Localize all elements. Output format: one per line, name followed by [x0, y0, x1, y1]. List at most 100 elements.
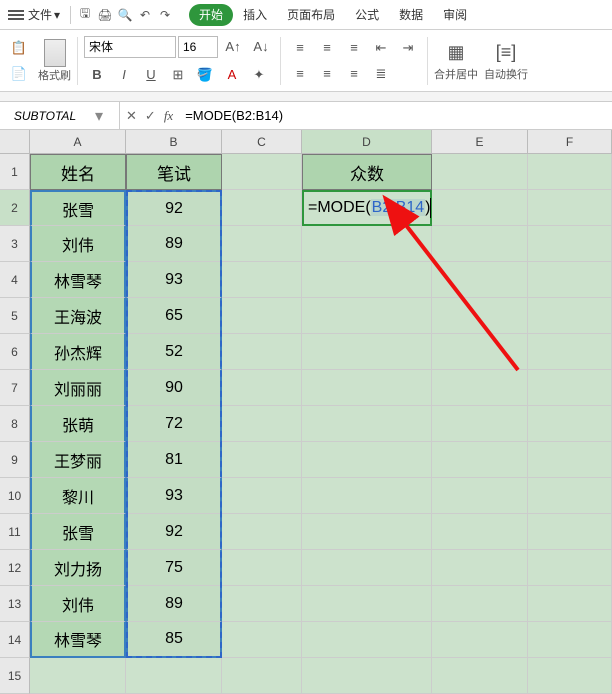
- column-header[interactable]: F: [528, 130, 612, 154]
- font-grow-icon[interactable]: A↑: [220, 35, 246, 59]
- cell[interactable]: [432, 298, 528, 334]
- select-all-corner[interactable]: [0, 130, 30, 154]
- cell-score[interactable]: 92: [126, 514, 222, 550]
- tab-page-layout[interactable]: 页面布局: [277, 0, 345, 30]
- cell[interactable]: [222, 226, 302, 262]
- cell[interactable]: [222, 370, 302, 406]
- cell-score[interactable]: 65: [126, 298, 222, 334]
- indent-increase-icon[interactable]: ⇥: [395, 36, 421, 60]
- cell-name[interactable]: 黎川: [30, 478, 126, 514]
- wrap-group[interactable]: [≡] 自动换行: [484, 33, 528, 89]
- italic-button[interactable]: I: [111, 63, 137, 87]
- row-header[interactable]: 5: [0, 298, 30, 334]
- column-header[interactable]: E: [432, 130, 528, 154]
- align-left-icon[interactable]: ≡: [287, 62, 313, 86]
- column-header[interactable]: D: [302, 130, 432, 154]
- font-name-select[interactable]: 宋体: [84, 36, 176, 58]
- row-header[interactable]: 4: [0, 262, 30, 298]
- align-center-icon[interactable]: ≡: [314, 62, 340, 86]
- align-bottom-icon[interactable]: ≡: [341, 36, 367, 60]
- cell-score[interactable]: 89: [126, 226, 222, 262]
- row-header[interactable]: 7: [0, 370, 30, 406]
- accept-icon[interactable]: ✓: [145, 108, 156, 124]
- cell[interactable]: [222, 334, 302, 370]
- font-size-select[interactable]: 16: [178, 36, 218, 58]
- cell-name[interactable]: 张雪: [30, 190, 126, 226]
- cell[interactable]: [222, 586, 302, 622]
- underline-button[interactable]: U: [138, 63, 164, 87]
- cell[interactable]: [432, 406, 528, 442]
- cell-score[interactable]: 75: [126, 550, 222, 586]
- cell[interactable]: [432, 442, 528, 478]
- cell[interactable]: [432, 370, 528, 406]
- cell[interactable]: [432, 658, 528, 694]
- distribute-icon[interactable]: ≣: [368, 62, 394, 86]
- cell-score[interactable]: 93: [126, 478, 222, 514]
- cell[interactable]: [222, 442, 302, 478]
- cell-score[interactable]: 85: [126, 622, 222, 658]
- cell-score[interactable]: 93: [126, 262, 222, 298]
- cell-editing[interactable]: =MODE(B2:B14): [302, 190, 432, 226]
- cell[interactable]: [528, 262, 612, 298]
- cell[interactable]: [302, 442, 432, 478]
- save-icon[interactable]: 🖫: [75, 4, 95, 25]
- cell[interactable]: [528, 622, 612, 658]
- preview-icon[interactable]: 🔍: [115, 8, 135, 22]
- cell[interactable]: [432, 226, 528, 262]
- cell-name[interactable]: 孙杰辉: [30, 334, 126, 370]
- cell[interactable]: [222, 622, 302, 658]
- fill-color-button[interactable]: 🪣: [192, 63, 218, 87]
- cell[interactable]: [528, 586, 612, 622]
- phonetic-button[interactable]: ✦: [246, 63, 272, 87]
- row-header[interactable]: 9: [0, 442, 30, 478]
- cell[interactable]: [302, 586, 432, 622]
- format-painter-group[interactable]: 格式刷: [38, 33, 71, 89]
- cell[interactable]: [528, 370, 612, 406]
- column-header[interactable]: C: [222, 130, 302, 154]
- column-header[interactable]: B: [126, 130, 222, 154]
- row-header[interactable]: 14: [0, 622, 30, 658]
- font-shrink-icon[interactable]: A↓: [248, 35, 274, 59]
- tab-data[interactable]: 数据: [389, 0, 433, 30]
- row-header[interactable]: 15: [0, 658, 30, 694]
- cell[interactable]: [126, 658, 222, 694]
- cell[interactable]: [302, 298, 432, 334]
- cell-header-score[interactable]: 笔试: [126, 154, 222, 190]
- redo-icon[interactable]: ↷: [155, 8, 175, 22]
- cell-score[interactable]: 72: [126, 406, 222, 442]
- tab-review[interactable]: 审阅: [433, 0, 477, 30]
- font-color-button[interactable]: A: [219, 63, 245, 87]
- name-box[interactable]: ▾: [0, 102, 120, 129]
- cell[interactable]: [432, 622, 528, 658]
- undo-icon[interactable]: ↶: [135, 8, 155, 22]
- tab-insert[interactable]: 插入: [233, 0, 277, 30]
- fx-icon[interactable]: fx: [164, 108, 173, 124]
- cancel-icon[interactable]: ✕: [126, 108, 137, 124]
- cell[interactable]: [528, 298, 612, 334]
- align-middle-icon[interactable]: ≡: [314, 36, 340, 60]
- cell[interactable]: [222, 550, 302, 586]
- tab-start[interactable]: 开始: [189, 4, 233, 26]
- cell-name[interactable]: 刘丽丽: [30, 370, 126, 406]
- cell[interactable]: [302, 406, 432, 442]
- cell[interactable]: [432, 334, 528, 370]
- print-icon[interactable]: 🖨: [95, 8, 115, 22]
- cell[interactable]: [528, 154, 612, 190]
- name-box-input[interactable]: [0, 109, 90, 123]
- cell[interactable]: [222, 478, 302, 514]
- cell[interactable]: [528, 406, 612, 442]
- indent-decrease-icon[interactable]: ⇤: [368, 36, 394, 60]
- cell-header-name[interactable]: 姓名: [30, 154, 126, 190]
- cell[interactable]: [222, 154, 302, 190]
- spreadsheet-grid[interactable]: ABCDEF 123456789101112131415 姓名笔试众数张雪92=…: [0, 130, 612, 685]
- cell[interactable]: [432, 514, 528, 550]
- row-header[interactable]: 1: [0, 154, 30, 190]
- cell-name[interactable]: 刘力扬: [30, 550, 126, 586]
- cell[interactable]: [302, 262, 432, 298]
- row-header[interactable]: 2: [0, 190, 30, 226]
- cell[interactable]: [222, 406, 302, 442]
- cell[interactable]: [528, 442, 612, 478]
- cell[interactable]: [30, 658, 126, 694]
- cell[interactable]: [432, 262, 528, 298]
- cell[interactable]: [302, 658, 432, 694]
